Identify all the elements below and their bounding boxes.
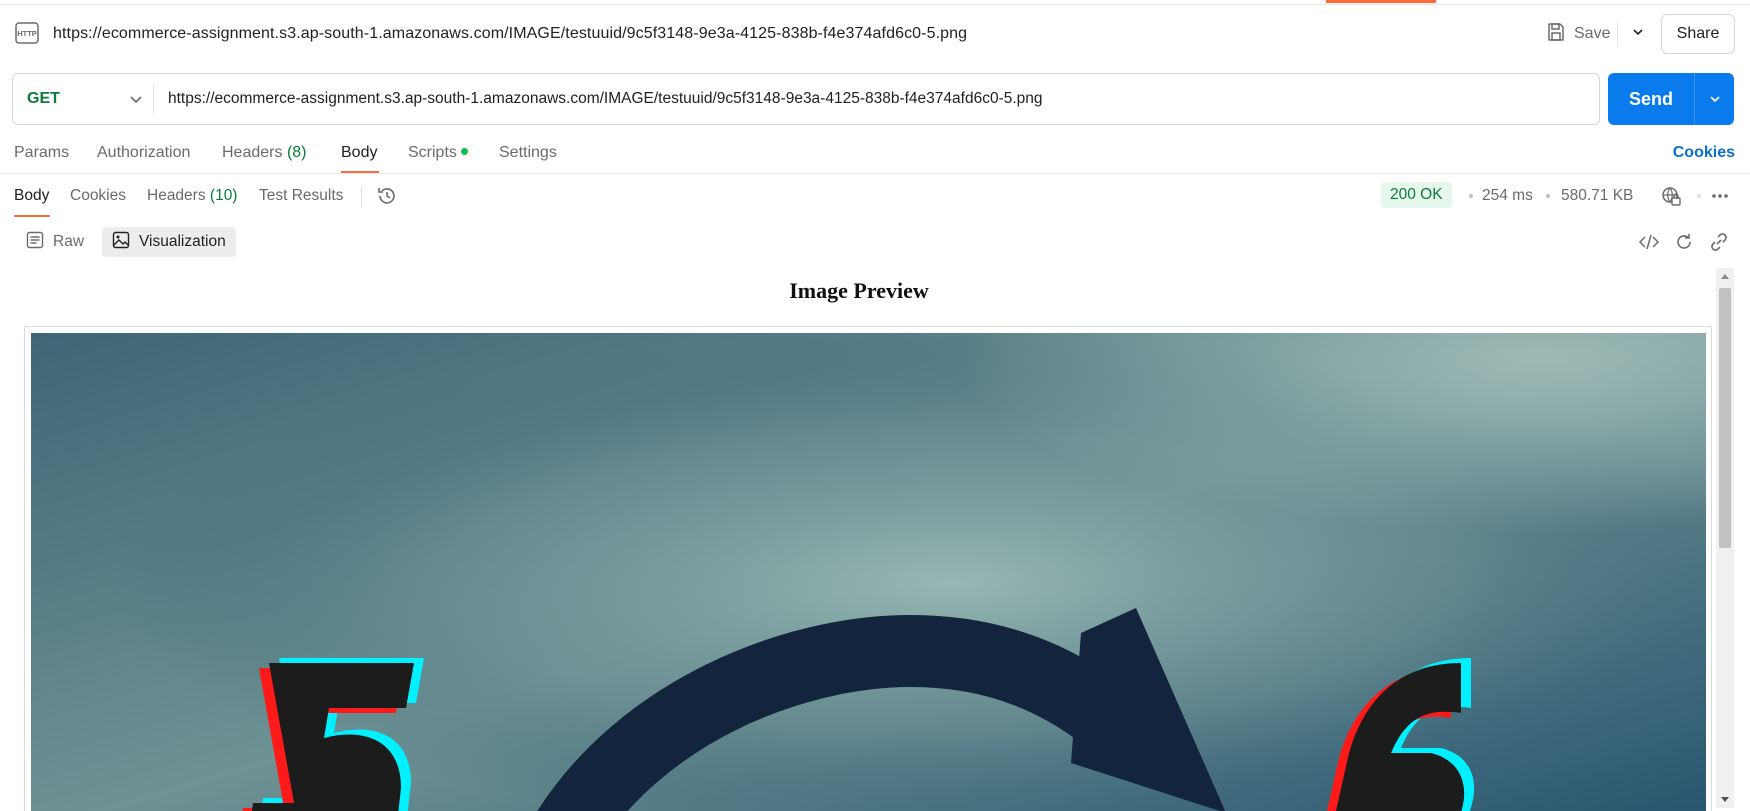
svg-text:HTTP: HTTP xyxy=(17,29,37,38)
tab-underline xyxy=(14,215,50,217)
top-border xyxy=(0,4,1750,5)
separator-dot xyxy=(1469,194,1473,198)
response-time[interactable]: 254 ms xyxy=(1482,187,1533,205)
headers-count: (10) xyxy=(209,187,238,204)
chevron-down-icon xyxy=(1631,25,1645,44)
chevron-down-icon xyxy=(127,90,145,108)
headers-count: (8) xyxy=(286,144,307,161)
divider xyxy=(153,84,154,114)
save-button[interactable]: Save xyxy=(1546,18,1610,50)
tab-authorization[interactable]: Authorization xyxy=(97,144,190,162)
raw-button[interactable]: Raw xyxy=(20,227,90,257)
separator-dot xyxy=(1546,194,1550,198)
raw-icon xyxy=(26,231,44,254)
status-dot xyxy=(460,148,468,156)
tab-scripts-label: Scripts xyxy=(408,144,457,161)
response-size[interactable]: 580.71 KB xyxy=(1561,187,1633,205)
url-input[interactable] xyxy=(168,74,1588,124)
response-tab-headers[interactable]: Headers (10) xyxy=(147,187,237,205)
scroll-up-icon[interactable] xyxy=(1716,268,1734,284)
scroll-thumb[interactable] xyxy=(1719,288,1731,548)
url-bar: GET xyxy=(12,73,1600,125)
visualization-panel: Image Preview xyxy=(0,266,1718,811)
chevron-down-icon xyxy=(1710,96,1720,103)
image-frame xyxy=(24,326,1712,811)
cookies-link[interactable]: Cookies xyxy=(1673,144,1735,162)
divider xyxy=(361,186,362,208)
preview-image-graphic xyxy=(31,333,1706,811)
response-tab-cookies[interactable]: Cookies xyxy=(70,187,126,205)
request-name[interactable]: https://ecommerce-assignment.s3.ap-south… xyxy=(53,25,967,43)
tab-headers-label: Headers xyxy=(222,144,283,161)
globe-lock-icon[interactable] xyxy=(1659,184,1683,208)
scroll-down-icon[interactable] xyxy=(1716,792,1734,808)
tab-params[interactable]: Params xyxy=(14,144,69,162)
status-badge[interactable]: 200 OK xyxy=(1381,182,1452,208)
save-icon xyxy=(1546,22,1566,47)
share-button[interactable]: Share xyxy=(1661,14,1735,54)
response-tab-test-results[interactable]: Test Results xyxy=(259,187,343,205)
method-label: GET xyxy=(27,90,60,107)
send-options-button[interactable] xyxy=(1696,73,1734,125)
active-tab-accent xyxy=(1326,0,1436,3)
divider xyxy=(1617,22,1618,46)
link-icon[interactable] xyxy=(1707,230,1731,254)
tab-underline xyxy=(341,171,379,173)
tab-settings[interactable]: Settings xyxy=(499,144,557,162)
send-label: Send xyxy=(1628,88,1673,109)
tab-body[interactable]: Body xyxy=(341,144,377,162)
refresh-icon[interactable] xyxy=(1672,230,1696,254)
save-label: Save xyxy=(1574,25,1611,42)
tab-scripts[interactable]: Scripts xyxy=(408,144,468,162)
more-icon[interactable] xyxy=(1708,184,1732,208)
image-icon xyxy=(112,231,130,254)
code-icon[interactable] xyxy=(1637,230,1661,254)
divider xyxy=(1694,73,1695,125)
request-tabs: Params Authorization Headers (8) Body Sc… xyxy=(0,138,1750,174)
divider xyxy=(1697,194,1701,198)
history-icon[interactable] xyxy=(375,184,399,208)
response-view-toolbar: Raw Visualization xyxy=(0,226,1750,258)
tab-headers[interactable]: Headers (8) xyxy=(222,144,307,162)
visualization-button[interactable]: Visualization xyxy=(102,227,236,257)
preview-title: Image Preview xyxy=(789,278,929,303)
send-button[interactable]: Send xyxy=(1608,73,1734,125)
preview-image xyxy=(31,333,1706,811)
preview-scrollbar[interactable] xyxy=(1716,268,1734,808)
http-icon: HTTP xyxy=(14,21,42,45)
response-tab-body[interactable]: Body xyxy=(14,187,49,205)
save-options-button[interactable] xyxy=(1624,18,1652,50)
response-tab-headers-label: Headers xyxy=(147,187,206,204)
request-header: HTTP https://ecommerce-assignment.s3.ap-… xyxy=(0,14,1750,54)
visualization-label: Visualization xyxy=(139,233,226,250)
response-tabs: Body Cookies Headers (10) Test Results 2… xyxy=(0,180,1750,217)
raw-label: Raw xyxy=(53,233,85,250)
